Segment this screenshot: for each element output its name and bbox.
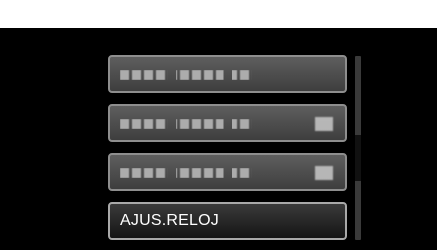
menu-item-3[interactable]: ▪▪▪ ▪▪▪▪ ▪▪ ▪▪ [108, 153, 347, 191]
menu-item-value-blurred: ▪▪ [315, 117, 333, 131]
menu-item-label: AJUS.RELOJ [120, 212, 219, 229]
scrollbar[interactable] [355, 56, 361, 240]
menu-item-label-blurred: ▪▪▪ ▪▪▪▪ ▪▪ [120, 168, 260, 178]
menu-item-value-blurred: ▪▪ [315, 166, 333, 180]
scrollbar-thumb[interactable] [355, 135, 361, 181]
menu-item-2[interactable]: ▪▪▪ ▪▪▪▪ ▪▪ ▪▪ [108, 104, 347, 142]
menu-item-label-blurred: ▪▪▪ ▪▪▪▪ ▪▪ [120, 119, 260, 129]
menu-item-1[interactable]: ▪▪▪ ▪▪▪▪ ▪▪ [108, 55, 347, 93]
menu-item-label-blurred: ▪▪▪ ▪▪▪▪ ▪▪ [120, 70, 260, 80]
menu-item-clock-adjust[interactable]: AJUS.RELOJ [108, 202, 347, 240]
camera-menu-screen: ▪▪▪ ▪▪▪▪ ▪▪ ▪▪▪ ▪▪▪▪ ▪▪ ▪▪ ▪▪▪ ▪▪▪▪ ▪▪ ▪… [0, 28, 437, 250]
